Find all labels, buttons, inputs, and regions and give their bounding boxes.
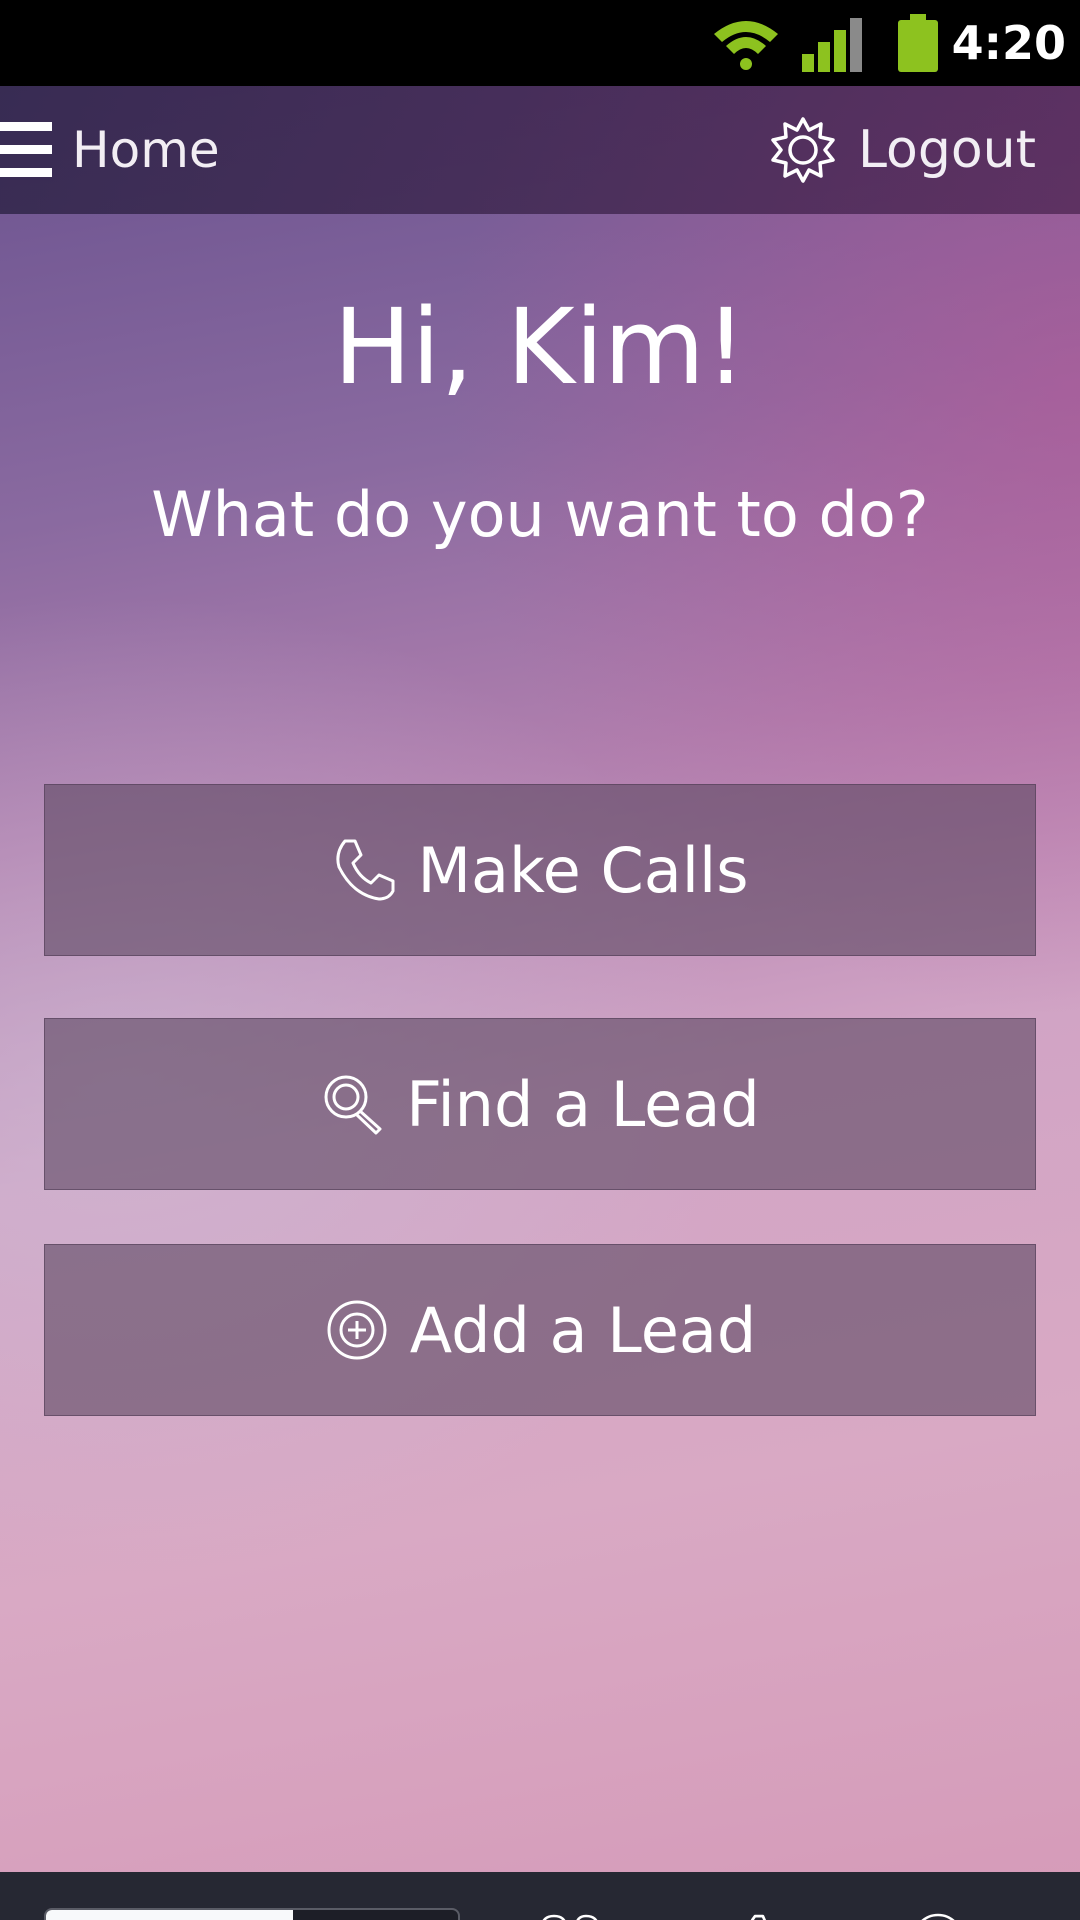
status-time: 4:20 — [951, 16, 1066, 70]
menu-icon[interactable] — [0, 118, 54, 180]
page-title: Home — [72, 121, 220, 179]
signal-icon — [802, 18, 862, 72]
network-stat[interactable]: 2nd — [530, 1902, 696, 1920]
progress-fill — [46, 1910, 294, 1920]
find-lead-label: Find a Lead — [406, 1067, 760, 1141]
add-lead-label: Add a Lead — [409, 1293, 757, 1367]
find-lead-button[interactable]: Find a Lead — [44, 1018, 1036, 1190]
app-bar: Home Logout — [0, 86, 1080, 214]
progress-bar: 60 — [44, 1908, 460, 1920]
make-calls-label: Make Calls — [417, 833, 749, 907]
money-count: 130 — [974, 1915, 1054, 1920]
calls-stat[interactable]: 52 — [744, 1902, 859, 1920]
home-screen: Home Logout Hi, Kim! What do you want to… — [0, 86, 1080, 1920]
calls-count: 52 — [806, 1915, 859, 1920]
search-icon — [324, 1075, 382, 1135]
status-bar: 4:20 — [0, 0, 1080, 86]
phone-icon — [336, 839, 395, 901]
battery-icon — [898, 14, 938, 72]
wifi-icon — [714, 21, 778, 70]
progress-value: 60 — [393, 1910, 444, 1920]
logout-label: Logout — [857, 120, 1036, 180]
network-degree: 2nd — [616, 1915, 696, 1920]
people-icon — [542, 1914, 598, 1920]
sun-icon — [771, 117, 835, 183]
logout-button[interactable]: Logout — [768, 112, 1036, 188]
bottom-stats-bar: 60 2nd 52 — [0, 1872, 1080, 1920]
greeting-heading: Hi, Kim! — [333, 286, 747, 408]
add-circle-icon — [327, 1300, 387, 1360]
phone-icon — [750, 1914, 767, 1920]
prompt-text: What do you want to do? — [151, 478, 929, 551]
earnings-stat[interactable]: 130 — [912, 1902, 1054, 1920]
make-calls-button[interactable]: Make Calls — [44, 784, 1036, 956]
add-lead-button[interactable]: Add a Lead — [44, 1244, 1036, 1416]
dollar-icon — [921, 1913, 955, 1920]
